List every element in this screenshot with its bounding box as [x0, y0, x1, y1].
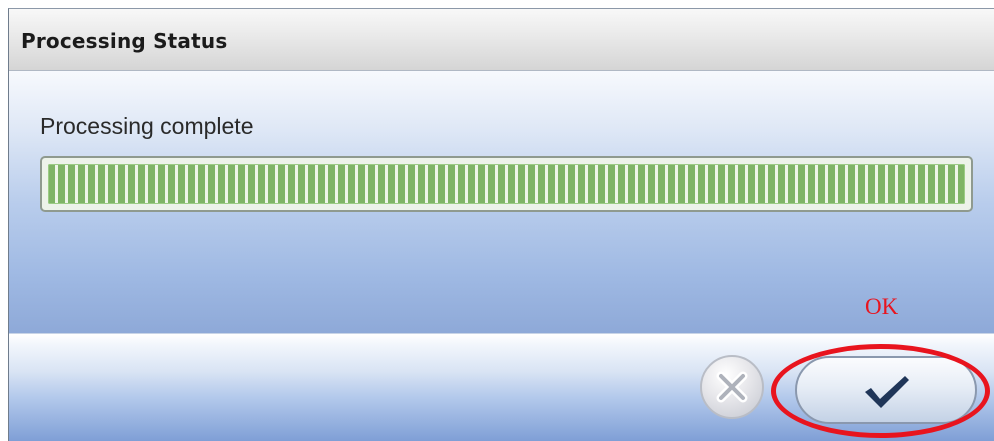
status-text: Processing complete — [40, 113, 254, 139]
close-icon — [716, 371, 748, 403]
dialog-title: Processing Status — [21, 29, 228, 53]
progress-bar — [40, 156, 973, 212]
progress-fill — [48, 164, 965, 204]
ok-highlight-ring — [771, 344, 990, 438]
cancel-button[interactable] — [700, 355, 764, 419]
dialog-titlebar[interactable]: Processing Status — [9, 9, 994, 71]
ok-annotation-label: OK — [865, 294, 899, 319]
dialog-content: Processing complete — [9, 71, 994, 333]
